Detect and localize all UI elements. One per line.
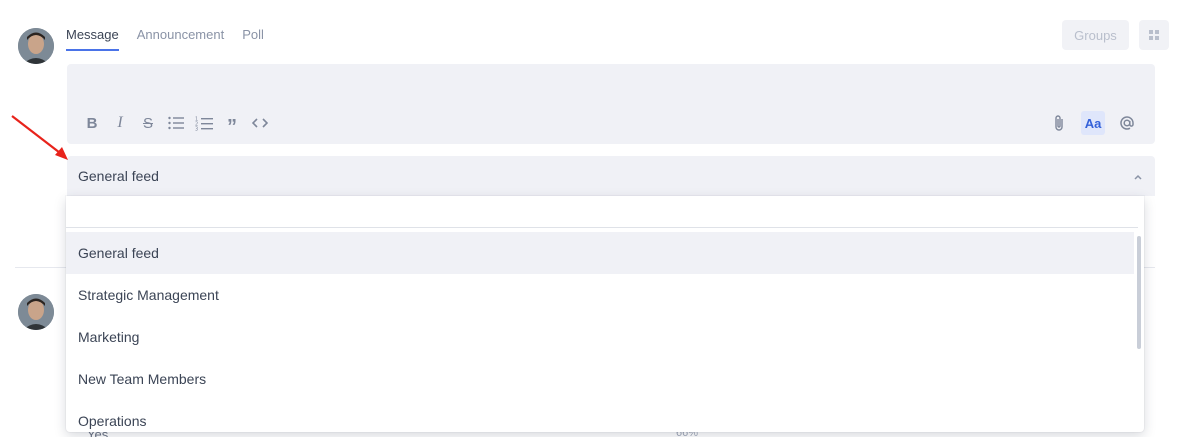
feed-option-new-team-members[interactable]: New Team Members [66, 358, 1134, 400]
svg-text:3: 3 [195, 126, 198, 131]
dropdown-scrollbar[interactable] [1137, 236, 1141, 349]
mention-icon[interactable] [1115, 111, 1139, 135]
attachment-icon[interactable] [1047, 111, 1071, 135]
groups-button[interactable]: Groups [1062, 20, 1129, 50]
feed-dropdown: General feed Strategic Management Market… [66, 196, 1144, 432]
avatar[interactable] [18, 294, 54, 330]
strikethrough-icon[interactable]: S [139, 114, 157, 132]
code-icon[interactable] [251, 114, 269, 132]
feed-select[interactable]: General feed [67, 156, 1155, 196]
bullet-list-icon[interactable] [167, 114, 185, 132]
tab-announcement[interactable]: Announcement [137, 27, 224, 51]
composer-tabs: Message Announcement Poll [66, 27, 264, 51]
text-format-button[interactable]: Aa [1081, 111, 1105, 135]
tab-poll[interactable]: Poll [242, 27, 264, 51]
bold-icon[interactable]: B [83, 114, 101, 132]
annotation-arrow-icon [11, 115, 68, 160]
feed-option-marketing[interactable]: Marketing [66, 316, 1134, 358]
chevron-up-icon [1133, 168, 1143, 184]
grid-icon[interactable] [1139, 20, 1169, 50]
quote-icon[interactable]: ” [223, 114, 241, 137]
feed-select-value: General feed [78, 168, 159, 184]
message-editor[interactable]: B I S 123 ” Aa [67, 64, 1155, 144]
editor-actions: Aa [1047, 111, 1139, 135]
avatar[interactable] [18, 28, 54, 64]
feed-option-strategic-management[interactable]: Strategic Management [66, 274, 1134, 316]
feed-search-input[interactable] [66, 196, 1138, 228]
numbered-list-icon[interactable]: 123 [195, 114, 213, 132]
feed-option-operations[interactable]: Operations [66, 400, 1134, 432]
formatting-toolbar: B I S 123 ” [83, 114, 269, 137]
tab-message[interactable]: Message [66, 27, 119, 51]
italic-icon[interactable]: I [111, 114, 129, 132]
feed-option-general-feed[interactable]: General feed [66, 232, 1134, 274]
feed-options-list: General feed Strategic Management Market… [66, 232, 1134, 432]
